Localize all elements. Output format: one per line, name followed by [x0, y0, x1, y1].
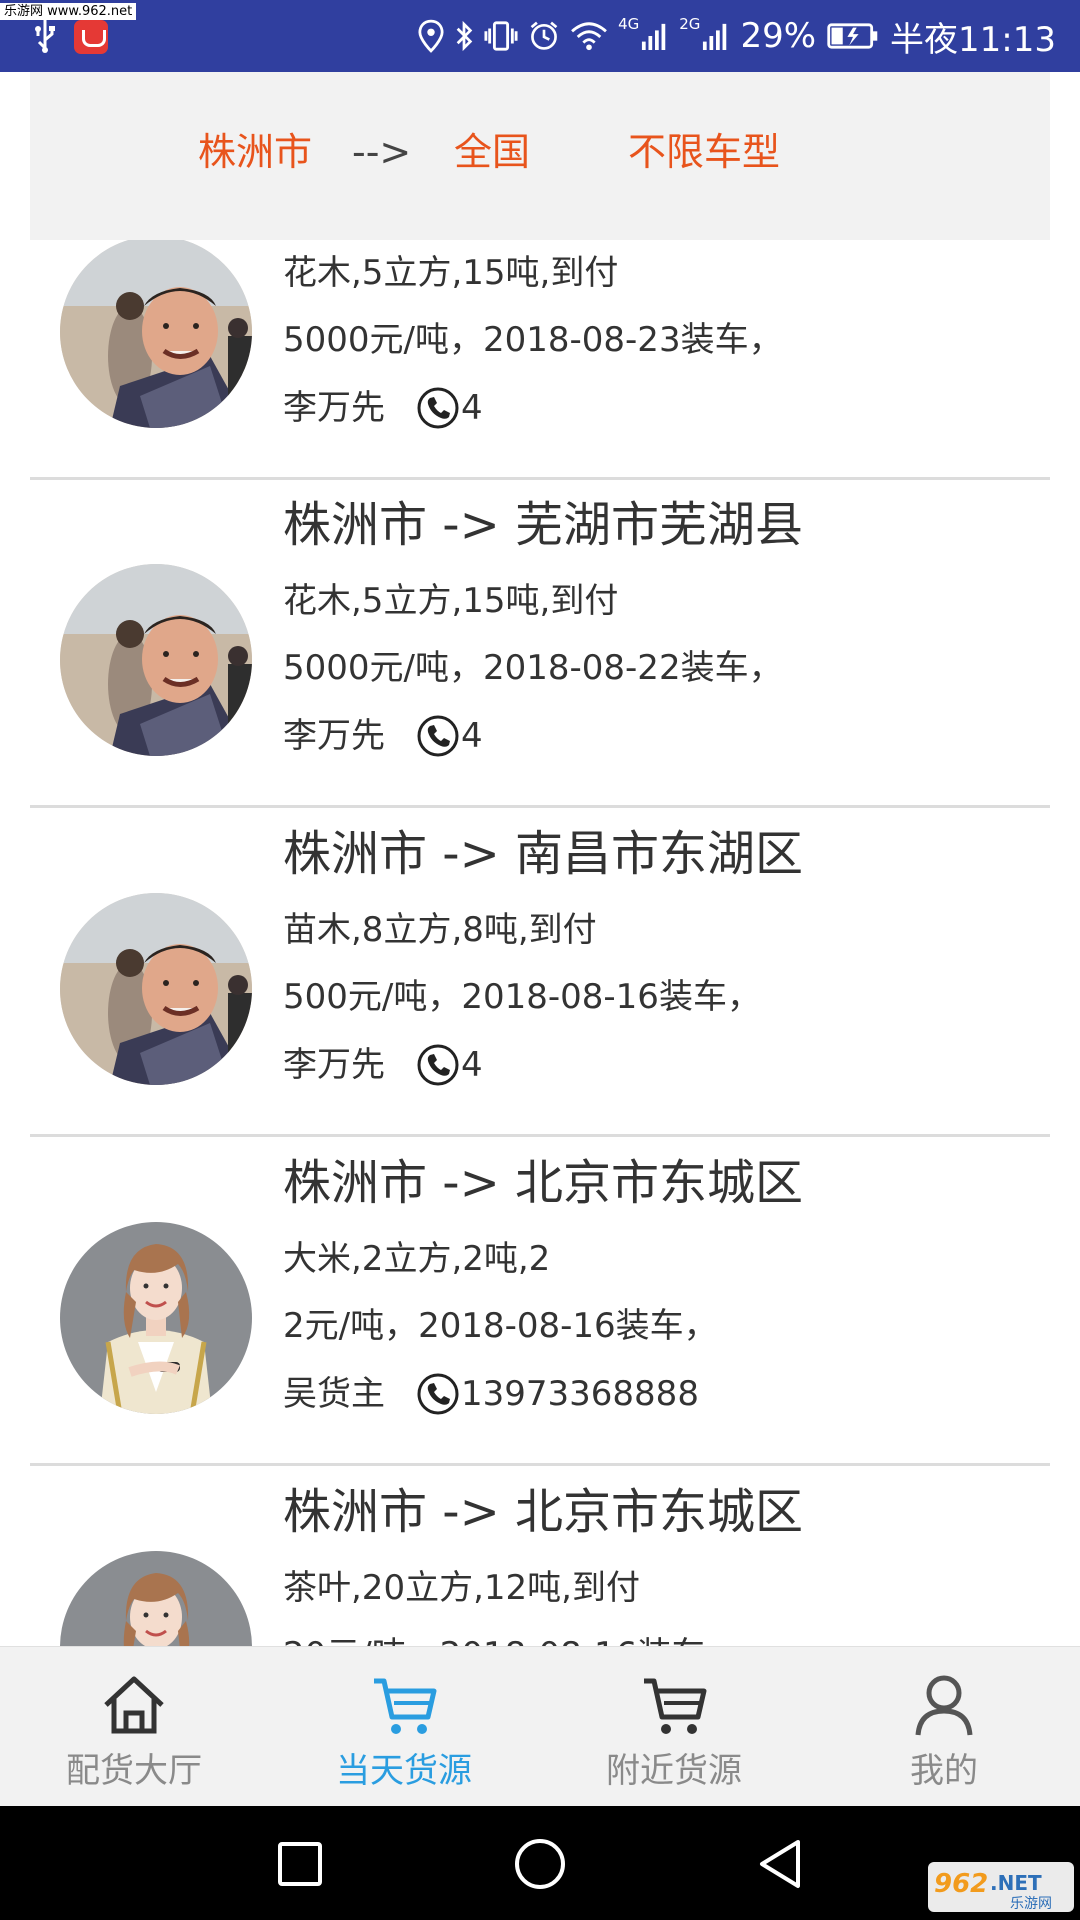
- bottom-tab-bar: 配货大厅 当天货源 附近货源 我的: [0, 1646, 1080, 1806]
- route-title: 株洲市 -> 南昌市东湖区: [283, 826, 804, 882]
- contact-name: 吴货主: [283, 1374, 385, 1414]
- battery-percent: 29%: [740, 16, 817, 56]
- phone-number[interactable]: 4: [461, 711, 483, 761]
- phone-number[interactable]: 13973368888: [461, 1369, 699, 1419]
- phone-icon[interactable]: [417, 715, 459, 757]
- tab-today-cargo[interactable]: 当天货源: [304, 1647, 504, 1807]
- contact-name: 李万先: [283, 1045, 385, 1085]
- cargo-details: 苗木,8立方,8吨,到付: [283, 910, 597, 950]
- cargo-details: 大米,2立方,2吨,2: [283, 1239, 551, 1279]
- alarm-icon: [528, 20, 560, 52]
- list-item[interactable]: 花木,5立方,15吨,到付 5000元/吨，2018-08-23装车， 李万先 …: [30, 240, 1050, 480]
- phone-number[interactable]: 4: [461, 383, 483, 433]
- svg-text:.NET: .NET: [990, 1871, 1042, 1895]
- list-item[interactable]: 株洲市 -> 芜湖市芜湖县 花木,5立方,15吨,到付 5000元/吨，2018…: [30, 480, 1050, 808]
- back-triangle-icon[interactable]: [752, 1836, 808, 1892]
- list-item[interactable]: 株洲市 -> 北京市东城区 大米,2立方,2吨,2 2元/吨，2018-08-1…: [30, 1138, 1050, 1466]
- price-and-date: 20元/吨，2018-08-16装车，: [283, 1630, 739, 1646]
- tab-mine[interactable]: 我的: [844, 1647, 1044, 1807]
- phone-icon[interactable]: [417, 1373, 459, 1415]
- phone-icon[interactable]: [417, 1044, 459, 1086]
- contact-row: 李万先 4: [283, 1040, 483, 1090]
- vehicle-type-filter[interactable]: 不限车型: [628, 128, 780, 176]
- list-item[interactable]: 株洲市 -> 南昌市东湖区 苗木,8立方,8吨,到付 500元/吨，2018-0…: [30, 809, 1050, 1137]
- signal-4g-icon: [641, 21, 669, 51]
- destination-filter[interactable]: 全国: [454, 128, 530, 176]
- home-circle-icon[interactable]: [512, 1836, 568, 1892]
- price-and-date: 5000元/吨，2018-08-22装车，: [283, 648, 783, 688]
- shipper-avatar: [60, 240, 252, 428]
- signal-2g-icon: [702, 21, 730, 51]
- phone-icon[interactable]: [417, 387, 459, 429]
- tab-label: 当天货源: [336, 1751, 472, 1791]
- price-and-date: 2元/吨，2018-08-16装车，: [283, 1306, 718, 1346]
- app-store-icon: [74, 20, 108, 54]
- system-navigation-bar: 962 .NET 乐游网: [0, 1806, 1080, 1920]
- phone-number[interactable]: 4: [461, 1040, 483, 1090]
- price-and-date: 500元/吨，2018-08-16装车，: [283, 977, 761, 1017]
- network-2g-label: 2G: [679, 15, 701, 33]
- location-icon: [418, 19, 444, 53]
- tab-label: 附近货源: [606, 1751, 742, 1791]
- shipper-avatar: [60, 564, 252, 756]
- tab-label: 我的: [910, 1751, 978, 1791]
- tab-label: 配货大厅: [66, 1751, 202, 1791]
- route-title: 株洲市 -> 北京市东城区: [283, 1155, 804, 1211]
- battery-charging-icon: [826, 22, 880, 50]
- origin-filter[interactable]: 株洲市: [198, 128, 312, 176]
- cart-icon: [638, 1669, 710, 1741]
- contact-row: 李万先 4: [283, 711, 483, 761]
- recent-apps-icon[interactable]: [272, 1836, 328, 1892]
- wifi-icon: [570, 20, 608, 52]
- svg-text:乐游网: 乐游网: [1010, 1896, 1052, 1912]
- cargo-list[interactable]: 花木,5立方,15吨,到付 5000元/吨，2018-08-23装车， 李万先 …: [0, 240, 1080, 1646]
- status-bar: 乐游网 www.962.net 4G 2G 29% 半夜11:13: [0, 0, 1080, 72]
- home-icon: [98, 1669, 170, 1741]
- usb-icon: [30, 18, 60, 54]
- tab-nearby-cargo[interactable]: 附近货源: [574, 1647, 774, 1807]
- bluetooth-icon: [454, 19, 474, 53]
- status-icons: 4G 2G 29% 半夜11:13: [418, 12, 1056, 60]
- contact-row: 李万先 4: [283, 383, 483, 433]
- watermark-text: 乐游网 www.962.net: [0, 3, 137, 20]
- clock: 半夜11:13: [890, 19, 1056, 60]
- shipper-avatar: [60, 1551, 252, 1646]
- list-item[interactable]: 株洲市 -> 北京市东城区 茶叶,20立方,12吨,到付 20元/吨，2018-…: [30, 1467, 1050, 1646]
- svg-text:962: 962: [934, 1869, 988, 1899]
- cargo-details: 茶叶,20立方,12吨,到付: [283, 1568, 640, 1608]
- person-icon: [908, 1669, 980, 1741]
- route-title: 株洲市 -> 芜湖市芜湖县: [283, 497, 804, 553]
- tab-dispatch-hall[interactable]: 配货大厅: [34, 1647, 234, 1807]
- route-title: 株洲市 -> 北京市东城区: [283, 1484, 804, 1540]
- site-watermark-logo: 962 .NET 乐游网: [928, 1862, 1074, 1912]
- cargo-details: 花木,5立方,15吨,到付: [283, 253, 619, 293]
- contact-row: 吴货主 13973368888: [283, 1369, 699, 1419]
- route-filter-bar: 株洲市 --> 全国 不限车型: [30, 72, 1050, 240]
- route-arrow: -->: [352, 130, 412, 174]
- contact-name: 李万先: [283, 716, 385, 756]
- shipper-avatar: [60, 1222, 252, 1414]
- network-4g-label: 4G: [618, 15, 640, 33]
- cart-icon: [368, 1669, 440, 1741]
- price-and-date: 5000元/吨，2018-08-23装车，: [283, 320, 783, 360]
- contact-name: 李万先: [283, 388, 385, 428]
- vibrate-icon: [484, 19, 518, 53]
- shipper-avatar: [60, 893, 252, 1085]
- cargo-details: 花木,5立方,15吨,到付: [283, 581, 619, 621]
